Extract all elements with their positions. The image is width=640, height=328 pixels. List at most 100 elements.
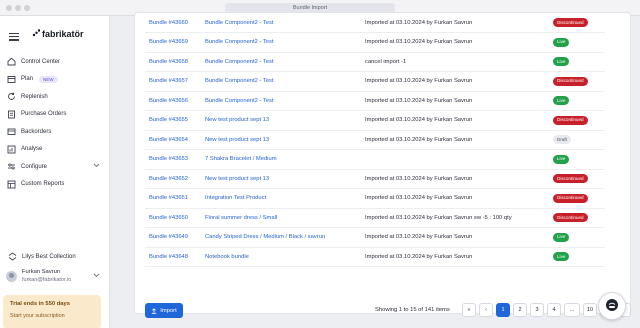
page-button-2[interactable]: 2 — [513, 303, 527, 317]
table-row[interactable]: Bundle #43657 Bundle Component2 - Test Imp… — [145, 71, 605, 92]
table-cell: Imported at 03.10.2024 by Furkan Savrun — [365, 169, 553, 189]
first-page-button[interactable]: « — [462, 303, 476, 317]
window-close-dot[interactable] — [6, 5, 12, 11]
import-note: Imported at 03.10.2024 by Furkan Savrun — [365, 19, 473, 26]
bundle-link[interactable]: Bundle #43650 — [149, 215, 188, 221]
table-cell: Imported at 03.10.2024 by Furkan Savrun — [365, 13, 553, 33]
page-button-3[interactable]: 3 — [530, 303, 544, 317]
help-chat-button[interactable] — [598, 292, 626, 320]
status-badge: Live — [553, 37, 570, 47]
reports-icon — [6, 179, 16, 189]
bundle-link[interactable]: Bundle #43658 — [149, 59, 188, 65]
page-button-4[interactable]: 4 — [547, 303, 561, 317]
table-cell: Imported at 03.10.2024 by Furkan Savrun — [365, 32, 553, 53]
sidebar-item-plan[interactable]: Plan NEW — [6, 71, 104, 89]
table-row[interactable]: Bundle #43658 Bundle Component2 - Test can… — [145, 52, 605, 72]
page-button-10[interactable]: 10 — [583, 303, 598, 317]
bundle-link[interactable]: Bundle #43657 — [149, 78, 188, 84]
table-cell: Live — [553, 32, 605, 53]
bundle-link[interactable]: Bundle #43648 — [149, 254, 188, 260]
new-badge: NEW — [39, 75, 58, 83]
table-cell: Bundle #43659 — [145, 32, 205, 53]
table-row[interactable]: Bundle #43648 Notebook bundle Imported at … — [145, 247, 605, 267]
table-cell: Integration Test Product — [205, 188, 365, 209]
bundle-link[interactable]: Bundle #43654 — [149, 137, 188, 143]
store-switcher[interactable]: Lilys Best Collection — [8, 252, 76, 261]
status-badge: Live — [553, 96, 570, 106]
subscription-link[interactable]: Start your subscription — [10, 313, 94, 319]
product-link[interactable]: 7 Shakra Bracelet / Medium — [205, 156, 277, 162]
product-link[interactable]: New test product sept 13 — [205, 117, 269, 123]
table-cell: Bundle #43650 — [145, 208, 205, 228]
table-cell: Bundle #43648 — [145, 247, 205, 267]
table-row[interactable]: Bundle #43655 New test product sept 13 Imp… — [145, 110, 605, 131]
product-link[interactable]: Bundle Component2 - Test — [205, 59, 274, 65]
sidebar-item-analyse[interactable]: Analyse — [6, 141, 104, 159]
bundle-link[interactable]: Bundle #43652 — [149, 176, 188, 182]
import-note: Imported at 03.10.2024 by Furkan Savrun — [365, 175, 473, 182]
brand-name: fabrikatör — [42, 29, 84, 39]
table-row[interactable]: Bundle #43650 Floral summer dress / Small… — [145, 208, 605, 228]
sidebar-item-label: Replenish — [21, 93, 48, 100]
product-link[interactable]: Candy Striped Dress / Medium / Black / s… — [205, 234, 325, 240]
product-link[interactable]: Notebook bundle — [205, 254, 249, 260]
trial-banner[interactable]: Trial ends in 550 days Start your subscr… — [3, 295, 101, 328]
product-link[interactable]: Bundle Component2 - Test — [205, 39, 274, 45]
table-row[interactable]: Bundle #43652 New test product sept 13 Imp… — [145, 169, 605, 189]
product-link[interactable]: New test product sept 13 — [205, 137, 269, 143]
upload-icon — [151, 307, 157, 314]
product-link[interactable]: Bundle Component2 - Test — [205, 98, 274, 104]
window-zoom-dot[interactable] — [24, 5, 30, 11]
product-link[interactable]: Bundle Component2 - Test — [205, 20, 274, 26]
bundle-link[interactable]: Bundle #43659 — [149, 39, 188, 45]
window-minimize-dot[interactable] — [15, 5, 21, 11]
import-button[interactable]: Import — [145, 303, 183, 318]
bundle-table: Bundle #43660 Bundle Component2 - Test Imp… — [145, 13, 605, 267]
user-menu[interactable]: Furkan Savrun furkan@fabrikator.io — [6, 268, 104, 284]
table-row[interactable]: Bundle #43654 New test product sept 13 Imp… — [145, 130, 605, 150]
table-cell: Imported at 03.10.2024 by Furkan Savrun — [365, 110, 553, 131]
table-row[interactable]: Bundle #43660 Bundle Component2 - Test Imp… — [145, 13, 605, 33]
table-cell: Candy Striped Dress / Medium / Black / s… — [205, 227, 365, 248]
page-button-1[interactable]: 1 — [496, 303, 510, 317]
bundle-link[interactable]: Bundle #43653 — [149, 156, 188, 162]
sidebar-item-replenish[interactable]: Replenish — [6, 88, 104, 106]
logo-mark-icon — [32, 29, 41, 37]
product-link[interactable]: Floral summer dress / Small — [205, 215, 277, 221]
bundle-link[interactable]: Bundle #43651 — [149, 195, 188, 201]
prev-page-button[interactable]: ‹ — [479, 303, 493, 317]
status-badge: Live — [553, 57, 570, 67]
product-link[interactable]: Integration Test Product — [205, 195, 266, 201]
table-row[interactable]: Bundle #43651 Integration Test Product Imp… — [145, 188, 605, 209]
bundle-link[interactable]: Bundle #43660 — [149, 20, 188, 26]
backorders-icon — [6, 127, 16, 137]
table-row[interactable]: Bundle #43656 Bundle Component2 - Test Imp… — [145, 91, 605, 111]
status-badge: Discontinued — [553, 18, 588, 27]
status-badge: Live — [553, 252, 570, 262]
table-cell: Imported at 03.10.2024 by Furkan Savrun — [365, 227, 553, 248]
sidebar-item-backorders[interactable]: Backorders — [6, 123, 104, 141]
brand-logo[interactable]: fabrikatör — [32, 29, 84, 39]
bundle-link[interactable]: Bundle #43649 — [149, 234, 188, 240]
bundle-link[interactable]: Bundle #43656 — [149, 98, 188, 104]
product-link[interactable]: New test product sept 13 — [205, 176, 269, 182]
sidebar-item-label: Plan — [21, 76, 34, 83]
table-cell: Live — [553, 52, 605, 72]
import-note: Imported at 03.10.2024 by Furkan Savrun — [365, 136, 473, 143]
sidebar-item-configure[interactable]: Configure — [6, 158, 104, 176]
sidebar-item-control-center[interactable]: Control Center — [6, 53, 104, 71]
product-link[interactable]: Bundle Component2 - Test — [205, 78, 274, 84]
bundle-link[interactable]: Bundle #43655 — [149, 117, 188, 123]
table-row[interactable]: Bundle #43649 Candy Striped Dress / Mediu… — [145, 227, 605, 248]
import-note: Imported at 03.10.2024 by Furkan Savrun — [365, 195, 473, 202]
sidebar-item-custom-reports[interactable]: Custom Reports — [6, 176, 104, 194]
sidebar-item-label: Purchase Orders — [21, 111, 67, 118]
table-row[interactable]: Bundle #43653 7 Shakra Bracelet / Medium L… — [145, 149, 605, 170]
sidebar-item-purchase-orders[interactable]: Purchase Orders — [6, 106, 104, 124]
table-row[interactable]: Bundle #43659 Bundle Component2 - Test Imp… — [145, 32, 605, 53]
table-cell: Discontinued — [553, 71, 605, 92]
import-note: Imported at 03.10.2024 by Furkan Savrun — [365, 39, 473, 46]
menu-toggle-icon[interactable] — [9, 33, 19, 43]
status-badge: Discontinued — [553, 115, 588, 125]
refresh-icon — [6, 92, 16, 102]
